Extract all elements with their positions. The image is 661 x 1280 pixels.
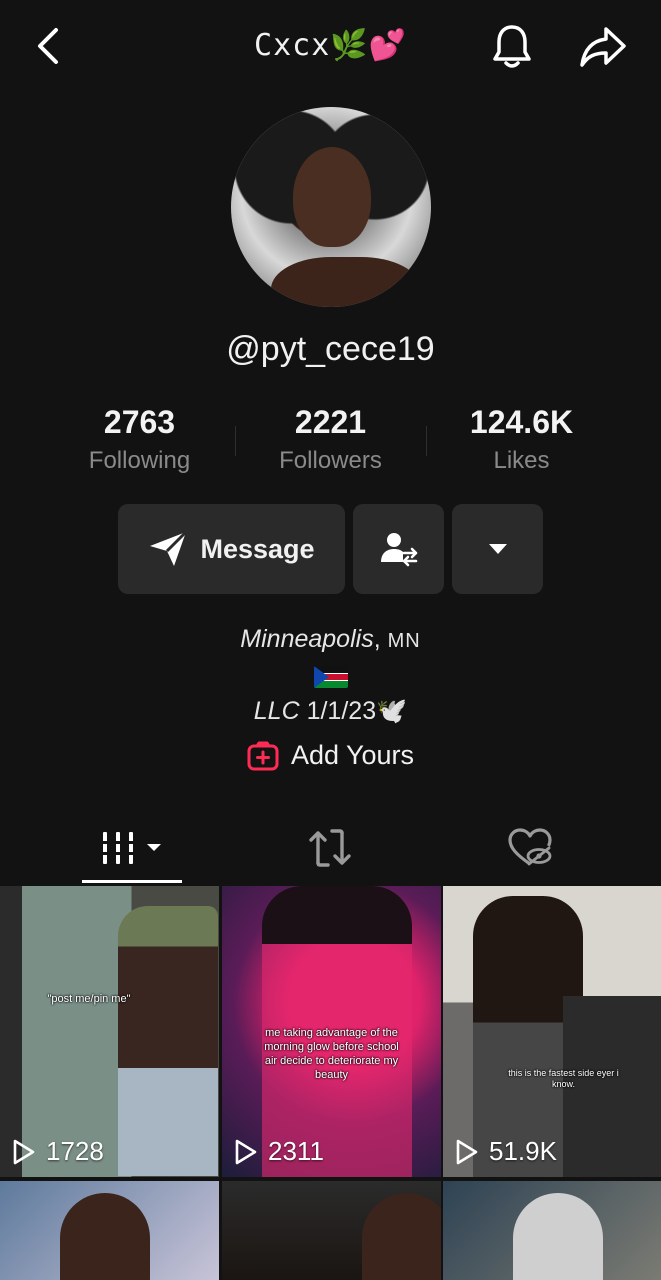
grid-bars-icon bbox=[101, 832, 161, 864]
profile-nickname-title: Cxcx🌿💕 bbox=[254, 28, 407, 63]
paper-plane-icon bbox=[150, 530, 188, 566]
stat-divider bbox=[235, 426, 236, 456]
stat-likes[interactable]: 124.6K Likes bbox=[426, 404, 617, 484]
bio-location-line: Minneapolis, MN bbox=[0, 622, 661, 659]
stat-divider bbox=[426, 426, 427, 456]
video-view-count: 51.9K bbox=[455, 1136, 557, 1167]
bio-llc-line: LLC 1/1/23🕊️ bbox=[0, 694, 661, 729]
stat-likes-value: 124.6K bbox=[469, 404, 574, 440]
south-sudan-flag-icon bbox=[313, 666, 348, 689]
profile-stats: 2763 Following 2221 Followers 124.6K Lik… bbox=[44, 404, 617, 484]
user-swap-icon bbox=[380, 533, 417, 567]
view-count-text: 2311 bbox=[268, 1136, 324, 1166]
stat-likes-label: Likes bbox=[493, 447, 550, 474]
more-options-button[interactable] bbox=[452, 504, 543, 594]
video-thumbnail[interactable] bbox=[443, 1181, 661, 1280]
stat-followers[interactable]: 2221 Followers bbox=[235, 404, 426, 484]
video-caption: "post me/pin me" bbox=[47, 993, 131, 1005]
dove-icon: 🕊️ bbox=[376, 697, 408, 725]
bell-icon bbox=[493, 25, 531, 68]
bio-state: MN bbox=[387, 630, 421, 652]
video-caption: me taking advantage of the morning glow … bbox=[264, 1027, 399, 1081]
video-thumbnail[interactable]: "post me/pin me" 1728 bbox=[0, 886, 219, 1177]
bio-city: Minneapolis bbox=[240, 625, 374, 653]
username: @pyt_cece19 bbox=[226, 330, 435, 368]
profile-header: Cxcx🌿💕 bbox=[0, 0, 661, 92]
bio-separator: , bbox=[373, 625, 388, 653]
stat-following[interactable]: 2763 Following bbox=[44, 404, 235, 484]
video-caption: this is the fastest side eyer i know. bbox=[508, 1068, 619, 1089]
message-button[interactable]: Message bbox=[118, 504, 345, 594]
video-thumbnail[interactable]: me taking advantage of the morning glow … bbox=[222, 886, 441, 1177]
stat-followers-label: Followers bbox=[279, 447, 382, 474]
video-grid: "post me/pin me" 1728 me taking advantag… bbox=[0, 886, 661, 1280]
play-outline-icon bbox=[456, 1139, 478, 1164]
friends-button[interactable] bbox=[353, 504, 444, 594]
play-outline-icon bbox=[13, 1139, 35, 1164]
add-yours-link[interactable]: Add Yours bbox=[0, 740, 661, 771]
bio-llc: LLC bbox=[253, 697, 300, 725]
tab-reposts[interactable] bbox=[290, 812, 370, 884]
play-outline-icon bbox=[235, 1139, 257, 1164]
avatar[interactable] bbox=[231, 107, 431, 307]
hidden-heart-icon bbox=[508, 828, 552, 866]
video-view-count: 1728 bbox=[12, 1136, 104, 1167]
caret-down-icon bbox=[488, 544, 507, 554]
video-view-count: 2311 bbox=[234, 1136, 324, 1167]
active-tab-indicator bbox=[82, 880, 182, 883]
stat-following-label: Following bbox=[88, 447, 191, 474]
tab-videos[interactable] bbox=[82, 812, 182, 884]
video-thumbnail[interactable]: this is the fastest side eyer i know. 51… bbox=[443, 886, 661, 1177]
message-button-label: Message bbox=[200, 533, 315, 564]
repost-icon bbox=[309, 829, 351, 867]
bio-flag-line bbox=[0, 659, 661, 694]
view-count-text: 51.9K bbox=[489, 1136, 557, 1166]
view-count-text: 1728 bbox=[46, 1136, 104, 1166]
profile-bio: Minneapolis, MN LLC 1/1/23🕊️ bbox=[0, 622, 661, 729]
plus-square-icon bbox=[247, 741, 279, 770]
tab-liked[interactable] bbox=[490, 812, 570, 884]
stat-followers-value: 2221 bbox=[294, 404, 367, 440]
add-yours-label: Add Yours bbox=[290, 740, 415, 770]
share-arrow-icon bbox=[580, 27, 626, 67]
video-thumbnail[interactable] bbox=[0, 1181, 219, 1280]
video-thumbnail[interactable] bbox=[222, 1181, 441, 1280]
notifications-button[interactable] bbox=[488, 22, 536, 72]
share-button[interactable] bbox=[576, 22, 630, 72]
content-tabs bbox=[0, 812, 661, 884]
stat-following-value: 2763 bbox=[103, 404, 176, 440]
bio-date: 1/1/23 bbox=[299, 697, 377, 725]
